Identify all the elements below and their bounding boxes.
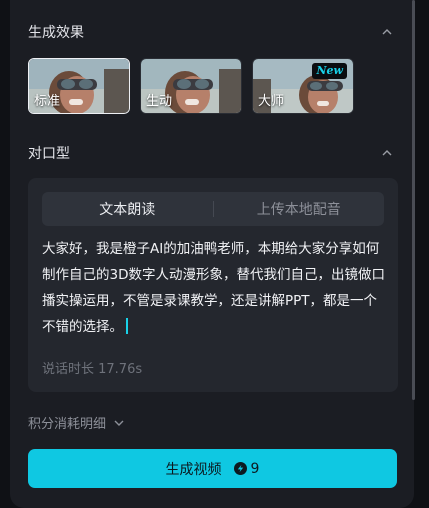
script-text-area[interactable]: 大家好，我是橙子AI的加油鸭老师，本期给大家分享如何制作自己的3D数字人动漫形象…	[42, 236, 386, 340]
effect-option-standard[interactable]: 标准	[28, 58, 130, 114]
effect-option-label: 大师	[258, 94, 285, 109]
lipsync-tabs: 文本朗读 上传本地配音	[42, 192, 384, 226]
coin-icon	[233, 462, 247, 475]
chevron-down-icon	[114, 420, 124, 426]
points-detail-toggle[interactable]: 积分消耗明细	[28, 413, 124, 432]
effect-section-header[interactable]: 生成效果	[28, 20, 392, 44]
effect-section-title: 生成效果	[28, 25, 84, 41]
tab-text-reading[interactable]: 文本朗读	[42, 192, 213, 226]
chevron-up-icon[interactable]	[382, 148, 392, 158]
cost-indicator: 9	[233, 460, 260, 477]
text-caret	[126, 318, 128, 334]
lipsync-section-title: 对口型	[28, 146, 70, 162]
chevron-up-icon[interactable]	[382, 27, 392, 37]
effect-option-label: 标准	[34, 94, 61, 109]
effect-options: 标准 生动 New 大师	[28, 58, 354, 114]
new-badge: New	[312, 63, 347, 79]
tab-upload-audio[interactable]: 上传本地配音	[214, 192, 385, 226]
points-detail-label: 积分消耗明细	[28, 417, 107, 432]
cost-value: 9	[250, 460, 260, 477]
speech-duration: 说话时长 17.76s	[42, 362, 143, 377]
generate-video-button[interactable]: 生成视频 9	[28, 449, 397, 488]
generate-button-label: 生成视频	[165, 461, 222, 478]
lipsync-section-header[interactable]: 对口型	[28, 141, 392, 165]
script-text: 大家好，我是橙子AI的加油鸭老师，本期给大家分享如何制作自己的3D数字人动漫形象…	[42, 241, 385, 335]
effect-option-master[interactable]: New 大师	[252, 58, 354, 114]
lipsync-card: 文本朗读 上传本地配音 大家好，我是橙子AI的加油鸭老师，本期给大家分享如何制作…	[28, 178, 398, 392]
effect-option-label: 生动	[146, 94, 173, 109]
scrollbar[interactable]	[412, 0, 415, 400]
effect-option-vivid[interactable]: 生动	[140, 58, 242, 114]
